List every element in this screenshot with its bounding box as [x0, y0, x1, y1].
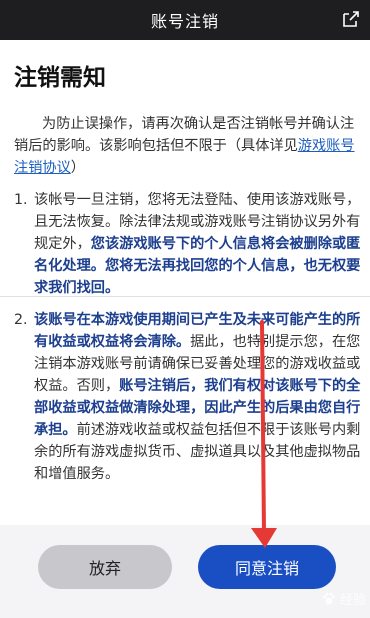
item-number: 2. [14, 312, 28, 328]
watermark: 经验 [321, 589, 366, 608]
share-icon[interactable] [340, 8, 362, 30]
notice-item-2: 2. 该账号在本游戏使用期间已产生及未来可能产生的所有收益或权益将会清除。据此，… [14, 309, 362, 485]
item-number: 1. [14, 192, 28, 208]
action-footer: 放弃 同意注销 经验 [0, 525, 370, 618]
title-bar: 账号注销 [0, 0, 370, 40]
page-title: 账号注销 [150, 12, 219, 31]
agree-cancel-account-button[interactable]: 同意注销 [198, 545, 336, 589]
item-text: 该帐号一旦注销，您将无法登陆、使用该游戏账号，且无法恢复。除法律法规或游戏账号注… [34, 189, 362, 299]
item2-plain-d: 前述游戏收益或权益包括但不限于该账号内剩余的所有游戏虚拟货币、虚拟道具以及其他虚… [34, 422, 361, 482]
screen: 账号注销 注销需知 为防止误操作，请再次确认是否注销帐号并确认注销后的影响。该影… [0, 0, 370, 618]
notice-heading: 注销需知 [14, 65, 106, 91]
watermark-text: 经验 [339, 593, 366, 608]
intro-text-end: ） [70, 160, 85, 176]
intro-paragraph: 为防止误操作，请再次确认是否注销帐号并确认注销后的影响。该影响包括但不限于（具体… [14, 113, 362, 179]
cancel-button[interactable]: 放弃 [38, 545, 172, 589]
paw-icon [322, 592, 336, 604]
notice-item-1: 1. 该帐号一旦注销，您将无法登陆、使用该游戏账号，且无法恢复。除法律法规或游戏… [14, 189, 362, 299]
notice-card: 注销需知 为防止误操作，请再次确认是否注销帐号并确认注销后的影响。该影响包括但不… [0, 40, 370, 525]
item-text: 该账号在本游戏使用期间已产生及未来可能产生的所有收益或权益将会清除。据此，也特别… [34, 309, 362, 485]
